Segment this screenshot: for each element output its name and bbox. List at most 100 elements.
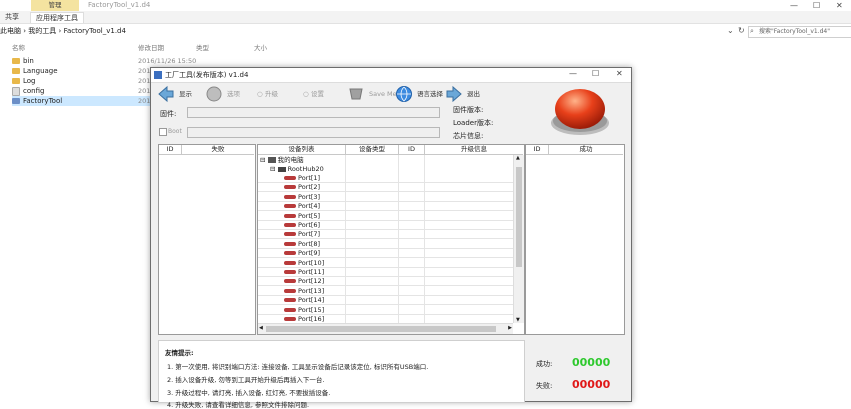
scroll-left-icon[interactable]: ◀ bbox=[259, 325, 263, 331]
tree-node-port[interactable]: Port[8] bbox=[284, 240, 320, 249]
vertical-scrollbar[interactable]: ▲ ▼ bbox=[513, 155, 524, 323]
manage-tab[interactable]: 管理 bbox=[31, 0, 79, 11]
boot-path-field[interactable] bbox=[187, 127, 440, 138]
upgrade-radio-label: 升级 bbox=[265, 90, 278, 98]
port-label: Port[14] bbox=[298, 296, 325, 305]
file-row[interactable]: FactoryTool bbox=[12, 96, 150, 106]
usb-port-icon bbox=[284, 307, 296, 312]
language-button[interactable]: 语言选择 bbox=[395, 84, 443, 104]
tree-node-port[interactable]: Port[2] bbox=[284, 183, 320, 192]
save-me-button-label: Save Me bbox=[369, 90, 397, 98]
column-date[interactable]: 修改日期 bbox=[138, 42, 164, 52]
file-list-header: 名称 修改日期 类型 大小 bbox=[0, 42, 851, 52]
tree-node-port[interactable]: Port[1] bbox=[284, 174, 320, 183]
usb-port-icon bbox=[284, 251, 296, 256]
save-me-button[interactable]: Save Me bbox=[347, 84, 397, 104]
file-row[interactable]: Language bbox=[12, 66, 58, 76]
minimize-icon[interactable]: — bbox=[569, 69, 577, 78]
scrollbar-thumb[interactable] bbox=[516, 167, 522, 267]
tree-node-port[interactable]: Port[11] bbox=[284, 268, 324, 277]
upgrade-radio[interactable]: ○ 升级 bbox=[257, 84, 293, 104]
file-row[interactable]: bin bbox=[12, 56, 34, 66]
tree-node-port[interactable]: Port[6] bbox=[284, 221, 320, 230]
exit-button[interactable]: 退出 bbox=[445, 84, 485, 104]
status-light-icon[interactable] bbox=[549, 85, 611, 137]
collapse-icon[interactable]: ⊟ bbox=[270, 165, 275, 173]
ribbon-tab-app-tools[interactable]: 应用程序工具 bbox=[30, 12, 84, 23]
upgrade-info-header[interactable]: 升级信息 bbox=[425, 145, 523, 155]
close-icon[interactable]: ✕ bbox=[616, 69, 623, 78]
ribbon-tab-share[interactable]: 共享 bbox=[0, 12, 24, 22]
device-list[interactable]: 设备列表 设备类型 ID 升级信息 ⊟ 我的电脑 ⊟ RootHub20 Por… bbox=[257, 144, 525, 335]
tree-node-port[interactable]: Port[9] bbox=[284, 249, 320, 258]
breadcrumb-sep: › bbox=[58, 27, 62, 35]
file-row[interactable]: Log bbox=[12, 76, 36, 86]
tree-node-port[interactable]: Port[3] bbox=[284, 193, 320, 202]
column-type[interactable]: 类型 bbox=[196, 42, 209, 52]
minimize-icon[interactable]: — bbox=[790, 1, 798, 10]
file-name: FactoryTool bbox=[23, 97, 63, 105]
usb-port-icon bbox=[284, 288, 296, 293]
success-id-header[interactable]: ID bbox=[526, 145, 549, 155]
file-name: bin bbox=[23, 57, 34, 65]
fail-header[interactable]: 失败 bbox=[182, 145, 254, 155]
close-icon[interactable]: ✕ bbox=[836, 1, 843, 10]
tree-node-port[interactable]: Port[15] bbox=[284, 306, 324, 315]
scrollbar-thumb[interactable] bbox=[266, 326, 496, 332]
tree-node-port[interactable]: Port[12] bbox=[284, 277, 324, 286]
breadcrumb-item[interactable]: FactoryTool_v1.d4 bbox=[64, 27, 126, 35]
device-id-header[interactable]: ID bbox=[399, 145, 425, 155]
tree-node-port[interactable]: Port[13] bbox=[284, 287, 324, 296]
tree-node-port[interactable]: Port[7] bbox=[284, 230, 320, 239]
usb-port-icon bbox=[284, 223, 296, 227]
device-list-header[interactable]: 设备列表 bbox=[258, 145, 346, 155]
show-button[interactable]: 显示 bbox=[157, 84, 203, 104]
horizontal-scrollbar[interactable]: ◀ ▶ bbox=[258, 323, 513, 334]
settings-radio[interactable]: ○ 设置 bbox=[303, 84, 339, 104]
success-header[interactable]: 成功 bbox=[549, 145, 623, 155]
port-label: Port[7] bbox=[298, 230, 321, 239]
maximize-icon[interactable]: ☐ bbox=[592, 69, 599, 78]
success-list[interactable]: ID 成功 bbox=[525, 144, 625, 335]
scroll-down-icon[interactable]: ▼ bbox=[516, 317, 520, 323]
usb-port-icon bbox=[284, 298, 296, 303]
boot-checkbox[interactable] bbox=[159, 128, 167, 136]
fail-id-header[interactable]: ID bbox=[159, 145, 182, 155]
scroll-right-icon[interactable]: ▶ bbox=[508, 325, 512, 331]
column-size[interactable]: 大小 bbox=[254, 42, 267, 52]
tree-node-port[interactable]: Port[4] bbox=[284, 202, 320, 211]
collapse-icon[interactable]: ⊟ bbox=[260, 156, 265, 164]
breadcrumb-item[interactable]: 我的工具 bbox=[28, 27, 56, 35]
app-icon bbox=[154, 71, 162, 79]
scroll-up-icon[interactable]: ▲ bbox=[516, 155, 520, 161]
file-row[interactable]: config bbox=[12, 86, 44, 96]
tree-node-hub[interactable]: ⊟ RootHub20 bbox=[270, 165, 324, 174]
port-label: Port[8] bbox=[298, 239, 321, 248]
port-label: Port[3] bbox=[298, 192, 321, 201]
success-count-label: 成功: bbox=[536, 360, 553, 368]
options-button[interactable]: 选项 bbox=[205, 84, 251, 104]
breadcrumb-item[interactable]: 此电脑 bbox=[0, 27, 21, 35]
maximize-icon[interactable]: ☐ bbox=[813, 1, 820, 10]
computer-icon bbox=[267, 157, 276, 163]
device-type-header[interactable]: 设备类型 bbox=[346, 145, 399, 155]
fail-list[interactable]: ID 失败 bbox=[158, 144, 256, 335]
tree-node-port[interactable]: Port[10] bbox=[284, 259, 324, 268]
tree-node-port[interactable]: Port[5] bbox=[284, 212, 320, 221]
search-input[interactable]: 搜索"FactoryTool_v1.d4" bbox=[748, 26, 851, 38]
usb-port-icon bbox=[284, 176, 296, 180]
tree-node-port[interactable]: Port[14] bbox=[284, 296, 324, 305]
chevron-down-icon[interactable]: ⌄ bbox=[727, 26, 734, 35]
explorer-ribbon: 共享 应用程序工具 bbox=[0, 11, 851, 24]
breadcrumb[interactable]: 此电脑 › 我的工具 › FactoryTool_v1.d4 bbox=[0, 26, 126, 37]
refresh-icon[interactable]: ↻ bbox=[738, 26, 745, 35]
column-name[interactable]: 名称 bbox=[12, 42, 25, 52]
port-label: Port[9] bbox=[298, 249, 321, 258]
boot-label: Boot bbox=[168, 128, 182, 135]
tree-node-root[interactable]: ⊟ 我的电脑 bbox=[260, 156, 304, 165]
port-label: Port[1] bbox=[298, 174, 321, 182]
firmware-path-field[interactable] bbox=[187, 107, 440, 118]
file-date: 2016/11/26 15:50 bbox=[138, 57, 197, 65]
port-label: Port[12] bbox=[298, 277, 325, 286]
tree-root-label: 我的电脑 bbox=[277, 156, 304, 164]
